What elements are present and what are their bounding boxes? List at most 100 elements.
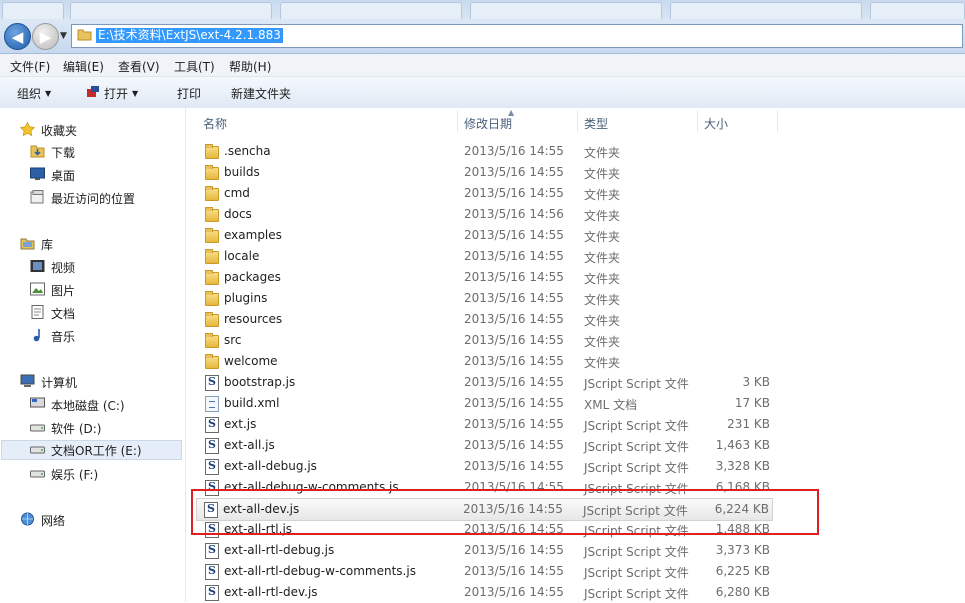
file-row[interactable]: builds 2013/5/16 14:55 文件夹	[198, 162, 788, 183]
file-row[interactable]: bootstrap.js 2013/5/16 14:55 JScript Scrip…	[198, 372, 788, 393]
nav-music-label: 音乐	[51, 329, 76, 344]
history-dropdown-icon[interactable]: ▼	[60, 31, 67, 41]
open-button[interactable]: 打开 ▼	[86, 85, 138, 102]
drive-icon	[30, 420, 45, 437]
file-name: packages	[224, 270, 281, 284]
file-type: 文件夹	[584, 335, 621, 349]
nav-drive-f[interactable]: 娱乐 (F:)	[30, 464, 98, 484]
nav-downloads[interactable]: 下载	[30, 142, 75, 162]
file-date: 2013/5/16 14:55	[464, 459, 564, 473]
nav-music[interactable]: 音乐	[30, 326, 75, 346]
nav-downloads-label: 下载	[51, 145, 76, 160]
nav-libraries-label: 库	[41, 237, 54, 252]
column-size[interactable]: 大小	[704, 115, 728, 132]
file-name: cmd	[224, 186, 250, 200]
column-name[interactable]: 名称	[203, 115, 227, 132]
nav-libraries[interactable]: 库	[20, 234, 53, 254]
file-date: 2013/5/16 14:55	[464, 270, 564, 284]
file-name: ext-all-rtl-debug-w-comments.js	[224, 564, 416, 578]
column-type[interactable]: 类型	[584, 115, 608, 132]
column-divider[interactable]	[697, 110, 698, 132]
file-row[interactable]: examples 2013/5/16 14:55 文件夹	[198, 225, 788, 246]
script-file-icon	[205, 543, 219, 559]
file-name: src	[224, 333, 242, 347]
nav-drive-e-label: 文档OR工作 (E:)	[51, 443, 142, 458]
file-row[interactable]: locale 2013/5/16 14:55 文件夹	[198, 246, 788, 267]
folder-icon	[205, 165, 219, 180]
address-input[interactable]: E:\技术资料\ExtJS\ext-4.2.1.883	[71, 24, 963, 48]
organize-button[interactable]: 组织 ▼	[17, 85, 51, 102]
file-size: 1,463 KB	[715, 438, 770, 452]
file-date: 2013/5/16 14:55	[464, 291, 564, 305]
nav-recent[interactable]: 最近访问的位置	[30, 188, 135, 208]
menu-view[interactable]: 查看(V)	[118, 58, 160, 75]
file-name: ext.js	[224, 417, 257, 431]
nav-drive-d[interactable]: 软件 (D:)	[30, 418, 101, 438]
script-file-icon	[205, 564, 219, 580]
tab-6[interactable]	[870, 2, 965, 19]
file-type: 文件夹	[584, 356, 621, 370]
file-row[interactable]: plugins 2013/5/16 14:55 文件夹	[198, 288, 788, 309]
print-button[interactable]: 打印	[177, 85, 201, 102]
nav-pictures[interactable]: 图片	[30, 280, 75, 300]
file-row[interactable]: welcome 2013/5/16 14:55 文件夹	[198, 351, 788, 372]
column-divider[interactable]	[777, 110, 778, 132]
column-divider[interactable]	[457, 110, 458, 132]
file-row[interactable]: ext-all-rtl-dev.js 2013/5/16 14:55 JScript…	[198, 582, 788, 603]
tab-2[interactable]	[70, 2, 272, 19]
file-row[interactable]: ext-all-rtl-debug.js 2013/5/16 14:55 JScri…	[198, 540, 788, 561]
tab-3[interactable]	[280, 2, 462, 19]
back-button[interactable]: ◀	[4, 23, 31, 50]
tab-1[interactable]	[2, 2, 64, 19]
recent-places-icon	[30, 189, 45, 207]
nav-drive-c[interactable]: 本地磁盘 (C:)	[30, 395, 125, 415]
column-divider[interactable]	[577, 110, 578, 132]
file-date: 2013/5/16 14:55	[464, 564, 564, 578]
nav-desktop[interactable]: 桌面	[30, 165, 75, 185]
file-row[interactable]: docs 2013/5/16 14:56 文件夹	[198, 204, 788, 225]
new-folder-button[interactable]: 新建文件夹	[231, 85, 291, 102]
file-name: locale	[224, 249, 260, 263]
file-row[interactable]: build.xml 2013/5/16 14:55 XML 文档 17 KB	[198, 393, 788, 414]
file-type: 文件夹	[584, 188, 621, 202]
folder-icon	[205, 186, 219, 201]
script-file-icon	[205, 375, 219, 391]
file-date: 2013/5/16 14:55	[464, 438, 564, 452]
file-name: bootstrap.js	[224, 375, 296, 389]
file-date: 2013/5/16 14:56	[464, 207, 564, 221]
file-type: JScript Script 文件	[584, 566, 689, 580]
file-date: 2013/5/16 14:55	[464, 543, 564, 557]
menu-edit[interactable]: 编辑(E)	[63, 58, 104, 75]
menu-file[interactable]: 文件(F)	[10, 58, 50, 75]
nav-favorites[interactable]: 收藏夹	[19, 120, 77, 140]
nav-documents[interactable]: 文档	[30, 303, 75, 323]
tab-5[interactable]	[670, 2, 862, 19]
file-row[interactable]: ext-all.js 2013/5/16 14:55 JScript Script …	[198, 435, 788, 456]
file-type: 文件夹	[584, 209, 621, 223]
nav-documents-label: 文档	[51, 306, 76, 321]
address-bar-row: ◀ ▶ ▼ E:\技术资料\ExtJS\ext-4.2.1.883	[0, 20, 965, 54]
file-row[interactable]: ext-all-rtl-debug-w-comments.js 2013/5/16…	[198, 561, 788, 582]
file-row[interactable]: src 2013/5/16 14:55 文件夹	[198, 330, 788, 351]
file-date: 2013/5/16 14:55	[464, 186, 564, 200]
tab-4[interactable]	[470, 2, 662, 19]
file-name: examples	[224, 228, 282, 242]
file-row[interactable]: resources 2013/5/16 14:55 文件夹	[198, 309, 788, 330]
nav-computer[interactable]: 计算机	[20, 372, 77, 392]
file-date: 2013/5/16 14:55	[464, 354, 564, 368]
forward-button[interactable]: ▶	[32, 23, 59, 50]
address-path[interactable]: E:\技术资料\ExtJS\ext-4.2.1.883	[96, 28, 283, 43]
file-row[interactable]: .sencha 2013/5/16 14:55 文件夹	[198, 141, 788, 162]
file-row[interactable]: ext-all-debug.js 2013/5/16 14:55 JScript S…	[198, 456, 788, 477]
file-row[interactable]: packages 2013/5/16 14:55 文件夹	[198, 267, 788, 288]
nav-videos[interactable]: 视频	[30, 257, 75, 277]
computer-icon	[20, 374, 35, 391]
column-date[interactable]: 修改日期	[464, 115, 512, 132]
file-row[interactable]: ext.js 2013/5/16 14:55 JScript Script 文件 23…	[198, 414, 788, 435]
file-type: 文件夹	[584, 146, 621, 160]
menu-tools[interactable]: 工具(T)	[174, 58, 215, 75]
file-row[interactable]: cmd 2013/5/16 14:55 文件夹	[198, 183, 788, 204]
nav-drive-e[interactable]: 文档OR工作 (E:)	[1, 440, 182, 460]
menu-help[interactable]: 帮助(H)	[229, 58, 271, 75]
nav-network[interactable]: 网络	[20, 510, 65, 530]
